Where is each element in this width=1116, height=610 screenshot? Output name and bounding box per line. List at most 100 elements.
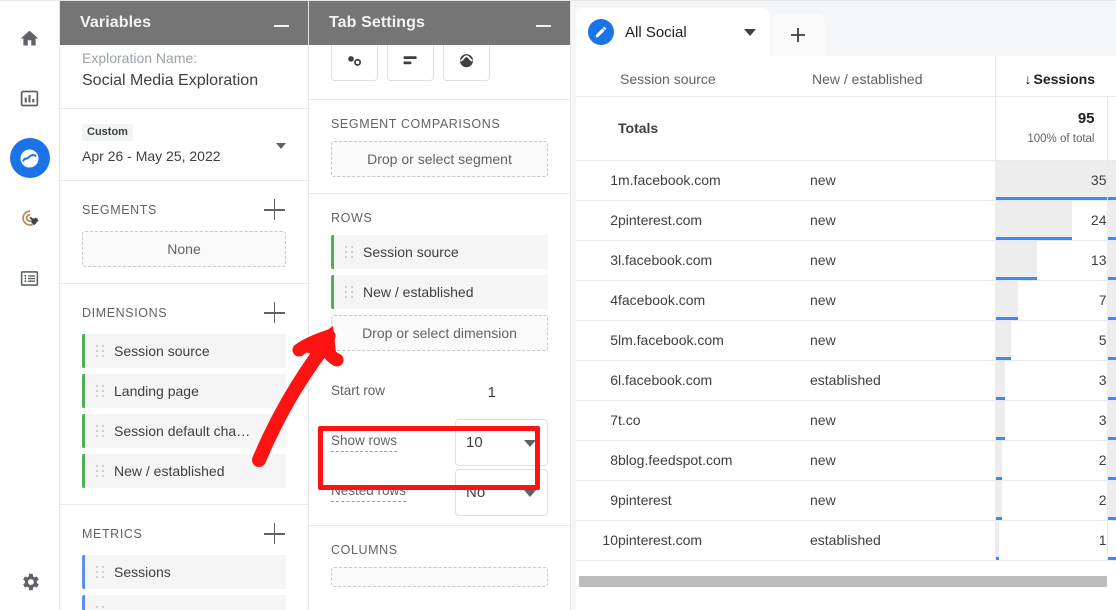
row-new-established[interactable]: new bbox=[810, 280, 995, 320]
row-new-established[interactable]: new bbox=[810, 200, 995, 240]
reports-icon[interactable] bbox=[10, 78, 50, 118]
drag-handle-icon[interactable] bbox=[96, 566, 105, 579]
free-form-technique-icon[interactable] bbox=[331, 45, 378, 81]
drag-handle-icon[interactable] bbox=[96, 345, 105, 358]
rows-chip-session-source[interactable]: Session source bbox=[331, 235, 548, 269]
row-new-established[interactable]: new bbox=[810, 400, 995, 440]
row-session-source[interactable]: blog.feedspot.com bbox=[618, 440, 810, 480]
drag-handle-icon[interactable] bbox=[345, 286, 354, 299]
tab-settings-minimize-button[interactable] bbox=[534, 13, 554, 33]
dimension-chip[interactable]: Landing page bbox=[82, 374, 286, 408]
nested-rows-select[interactable]: No bbox=[455, 469, 548, 516]
drag-handle-icon[interactable] bbox=[345, 246, 354, 259]
row-bar-underline bbox=[996, 397, 1006, 400]
row-sessions-value: 2 bbox=[1099, 492, 1107, 508]
row-sessions-value: 35 bbox=[1091, 172, 1107, 188]
header-sessions[interactable]: ↓Sessions bbox=[995, 56, 1107, 96]
drag-handle-icon[interactable] bbox=[96, 606, 105, 610]
drag-handle-icon[interactable] bbox=[96, 425, 105, 438]
dimension-chip[interactable]: New / established bbox=[82, 454, 286, 488]
dimension-chip[interactable]: Session source bbox=[82, 334, 286, 368]
row-bar-fill bbox=[996, 281, 1018, 320]
row-extra-column bbox=[1107, 520, 1116, 560]
funnel-exploration-icon[interactable] bbox=[387, 45, 434, 81]
chevron-down-icon[interactable] bbox=[744, 29, 756, 36]
table-row[interactable]: 2pinterest.comnew24 bbox=[576, 200, 1116, 240]
nested-rows-value: No bbox=[466, 484, 485, 501]
row-session-source[interactable]: l.facebook.com bbox=[618, 240, 810, 280]
row-extra-bar-fill bbox=[1108, 441, 1116, 480]
drag-handle-icon[interactable] bbox=[96, 465, 105, 478]
advertising-icon[interactable] bbox=[10, 198, 50, 238]
row-session-source[interactable]: pinterest bbox=[618, 480, 810, 520]
segments-title: SEGMENTS bbox=[82, 203, 157, 217]
segment-dropzone[interactable]: Drop or select segment bbox=[331, 141, 548, 177]
row-new-established[interactable]: established bbox=[810, 360, 995, 400]
table-row[interactable]: 3l.facebook.comnew13 bbox=[576, 240, 1116, 280]
exploration-name-block[interactable]: Exploration Name: Social Media Explorati… bbox=[60, 45, 308, 109]
scrollbar-thumb[interactable] bbox=[579, 576, 1107, 587]
row-new-established[interactable]: new bbox=[810, 480, 995, 520]
variables-minimize-button[interactable] bbox=[272, 13, 292, 33]
add-tab-button[interactable] bbox=[771, 14, 825, 56]
table-row[interactable]: 5lm.facebook.comnew5 bbox=[576, 320, 1116, 360]
table-row[interactable]: 6l.facebook.comestablished3 bbox=[576, 360, 1116, 400]
columns-dropzone[interactable] bbox=[331, 567, 548, 587]
header-session-source[interactable]: Session source bbox=[618, 56, 810, 96]
segments-section-header: SEGMENTS bbox=[60, 181, 308, 231]
library-icon[interactable] bbox=[10, 258, 50, 298]
table-row[interactable]: 4facebook.comnew7 bbox=[576, 280, 1116, 320]
start-row-value[interactable]: 1 bbox=[488, 384, 496, 401]
date-range-selector[interactable]: Custom Apr 26 - May 25, 2022 bbox=[60, 109, 308, 181]
add-segment-button[interactable] bbox=[264, 199, 286, 221]
rows-dropzone[interactable]: Drop or select dimension bbox=[331, 315, 548, 351]
left-navigation-rail bbox=[0, 0, 60, 610]
header-new-established[interactable]: New / established bbox=[810, 56, 995, 96]
table-row[interactable]: 9pinterestnew2 bbox=[576, 480, 1116, 520]
add-dimension-button[interactable] bbox=[264, 302, 286, 324]
row-session-source[interactable]: m.facebook.com bbox=[618, 160, 810, 200]
totals-extra bbox=[1107, 96, 1116, 160]
date-range-chip: Custom bbox=[82, 124, 133, 141]
row-extra-bar-fill bbox=[1108, 201, 1116, 240]
dimension-color-bar bbox=[82, 454, 85, 488]
free-form-table: Session source New / established ↓Sessio… bbox=[576, 56, 1116, 610]
add-metric-button[interactable] bbox=[264, 523, 286, 545]
row-new-established[interactable]: new bbox=[810, 320, 995, 360]
row-new-established[interactable]: new bbox=[810, 440, 995, 480]
gear-icon[interactable] bbox=[10, 562, 50, 602]
metric-chip-partial[interactable] bbox=[82, 595, 286, 610]
metric-chip[interactable]: Sessions bbox=[82, 555, 286, 589]
dimension-chip[interactable]: Session default cha… bbox=[82, 414, 286, 448]
totals-index bbox=[576, 96, 618, 160]
row-sessions: 3 bbox=[995, 400, 1107, 440]
show-rows-select[interactable]: 10 bbox=[455, 419, 548, 466]
table-row[interactable]: 1m.facebook.comnew35 bbox=[576, 160, 1116, 200]
path-exploration-icon[interactable] bbox=[443, 45, 490, 81]
row-session-source[interactable]: lm.facebook.com bbox=[618, 320, 810, 360]
row-new-established[interactable]: new bbox=[810, 160, 995, 200]
row-extra-bar-fill bbox=[1108, 361, 1116, 400]
table-row[interactable]: 7t.conew3 bbox=[576, 400, 1116, 440]
row-session-source[interactable]: facebook.com bbox=[618, 280, 810, 320]
row-session-source[interactable]: l.facebook.com bbox=[618, 360, 810, 400]
row-extra-column bbox=[1107, 240, 1116, 280]
home-icon[interactable] bbox=[10, 18, 50, 58]
row-session-source[interactable]: pinterest.com bbox=[618, 200, 810, 240]
row-session-source[interactable]: pinterest.com bbox=[618, 520, 810, 560]
nested-rows-row: Nested rows No bbox=[309, 467, 570, 517]
row-session-source[interactable]: t.co bbox=[618, 400, 810, 440]
table-row[interactable]: 8blog.feedspot.comnew2 bbox=[576, 440, 1116, 480]
tab-settings-panel-header: Tab Settings bbox=[309, 0, 570, 45]
header-sessions-label: Sessions bbox=[1034, 71, 1095, 87]
segments-none[interactable]: None bbox=[82, 231, 286, 267]
rows-chip-new-established[interactable]: New / established bbox=[331, 275, 548, 309]
explore-icon[interactable] bbox=[10, 138, 50, 178]
row-bar-fill bbox=[996, 401, 1006, 440]
row-new-established[interactable]: new bbox=[810, 240, 995, 280]
drag-handle-icon[interactable] bbox=[96, 385, 105, 398]
table-row[interactable]: 10pinterest.comestablished1 bbox=[576, 520, 1116, 560]
horizontal-scrollbar[interactable] bbox=[576, 575, 1116, 588]
row-new-established[interactable]: established bbox=[810, 520, 995, 560]
tab-all-social[interactable]: All Social bbox=[576, 8, 770, 56]
